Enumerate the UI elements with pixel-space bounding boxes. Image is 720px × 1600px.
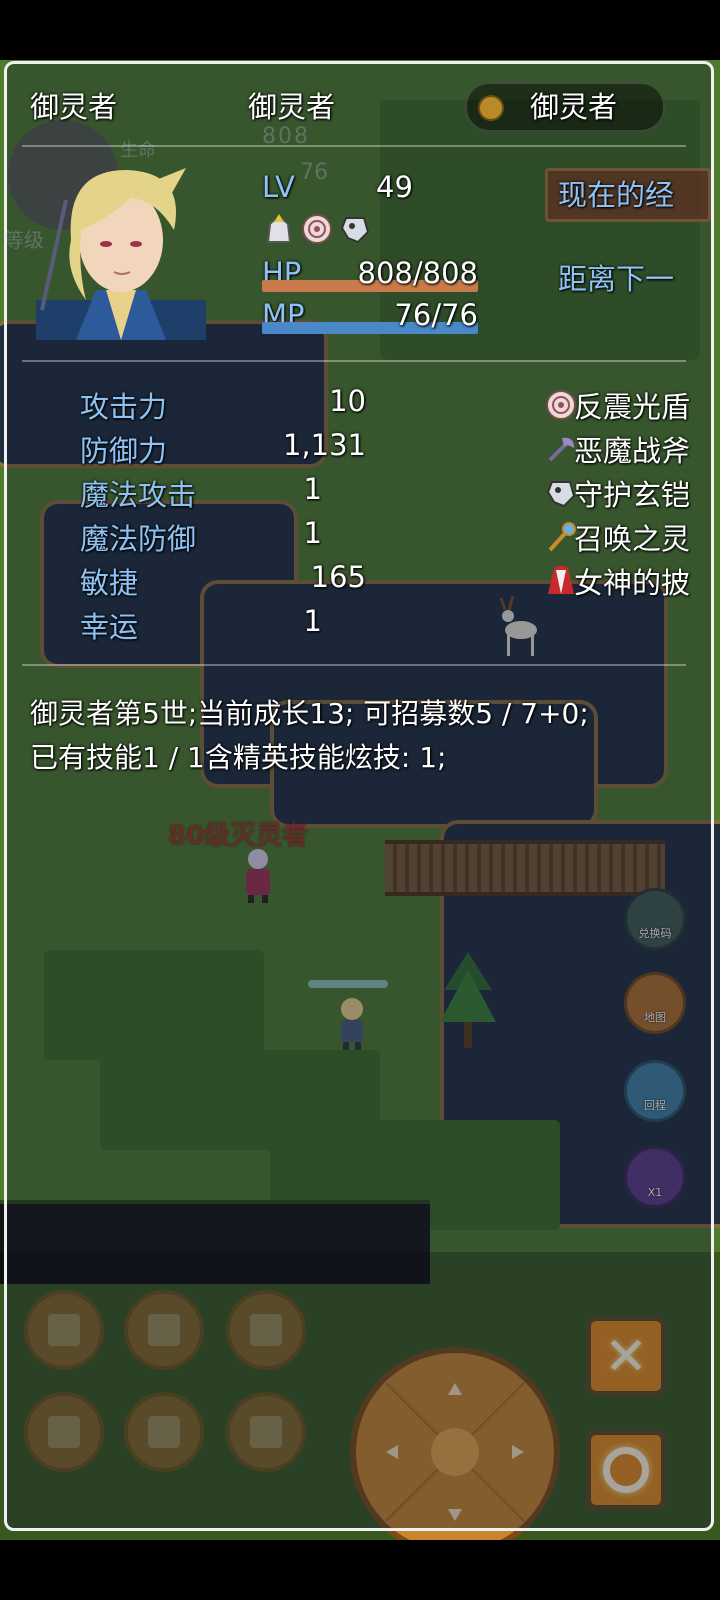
target-shield-icon — [302, 214, 332, 244]
character-title: 御灵者 — [530, 90, 618, 124]
knight-helm-icon — [266, 214, 292, 243]
equipment-shield-name[interactable]: 反震光盾 — [574, 384, 690, 426]
description-line-2: 已有技能1 / 1含精英技能炫技: 1; — [30, 741, 447, 774]
status-bar-top — [0, 0, 720, 60]
stat-value-luck: 1 — [303, 604, 322, 638]
guardian-icon — [340, 217, 370, 244]
stat-value-magic-attack: 1 — [303, 472, 322, 506]
stat-value-magic-defense: 1 — [303, 516, 322, 550]
divider — [22, 664, 686, 666]
armor-icon — [546, 481, 576, 508]
divider — [22, 360, 686, 362]
character-name: 御灵者 — [30, 90, 118, 124]
stat-label-luck: 幸运 — [80, 610, 139, 644]
character-portrait — [36, 168, 206, 340]
stat-value-attack: 10 — [329, 384, 366, 418]
shield-icon — [546, 390, 576, 420]
stat-label-attack: 攻击力 — [80, 390, 168, 424]
lv-label: LV — [262, 170, 295, 204]
equipment-cape-name[interactable]: 女神的披 — [574, 560, 690, 602]
mp-value: 76/76 — [394, 298, 478, 332]
axe-icon — [548, 437, 574, 462]
equipment-staff-name[interactable]: 召唤之灵 — [574, 516, 690, 558]
exp-next-label: 距离下一 — [558, 262, 675, 296]
exp-current-label: 现在的经 — [558, 178, 675, 212]
lv-value: 49 — [376, 170, 413, 204]
coin-icon — [478, 95, 504, 121]
status-bar-bottom — [0, 1540, 720, 1600]
cape-icon — [548, 566, 574, 594]
stat-label-defense: 防御力 — [80, 434, 168, 468]
divider — [22, 145, 686, 147]
equipment-armor-name[interactable]: 守护玄铠 — [574, 472, 690, 514]
character-class: 御灵者 — [248, 90, 336, 124]
stat-label-magic-attack: 魔法攻击 — [80, 478, 197, 512]
equipment-axe-name[interactable]: 恶魔战斧 — [574, 428, 690, 470]
stat-label-magic-defense: 魔法防御 — [80, 522, 197, 556]
staff-icon — [548, 522, 576, 552]
description-line-1: 御灵者第5世;当前成长13; 可招募数5 / 7+0; — [30, 697, 589, 730]
stat-value-defense: 1,131 — [282, 428, 366, 462]
stat-label-agility: 敏捷 — [80, 566, 139, 600]
stat-value-agility: 165 — [310, 560, 366, 594]
hp-value: 808/808 — [357, 256, 478, 290]
